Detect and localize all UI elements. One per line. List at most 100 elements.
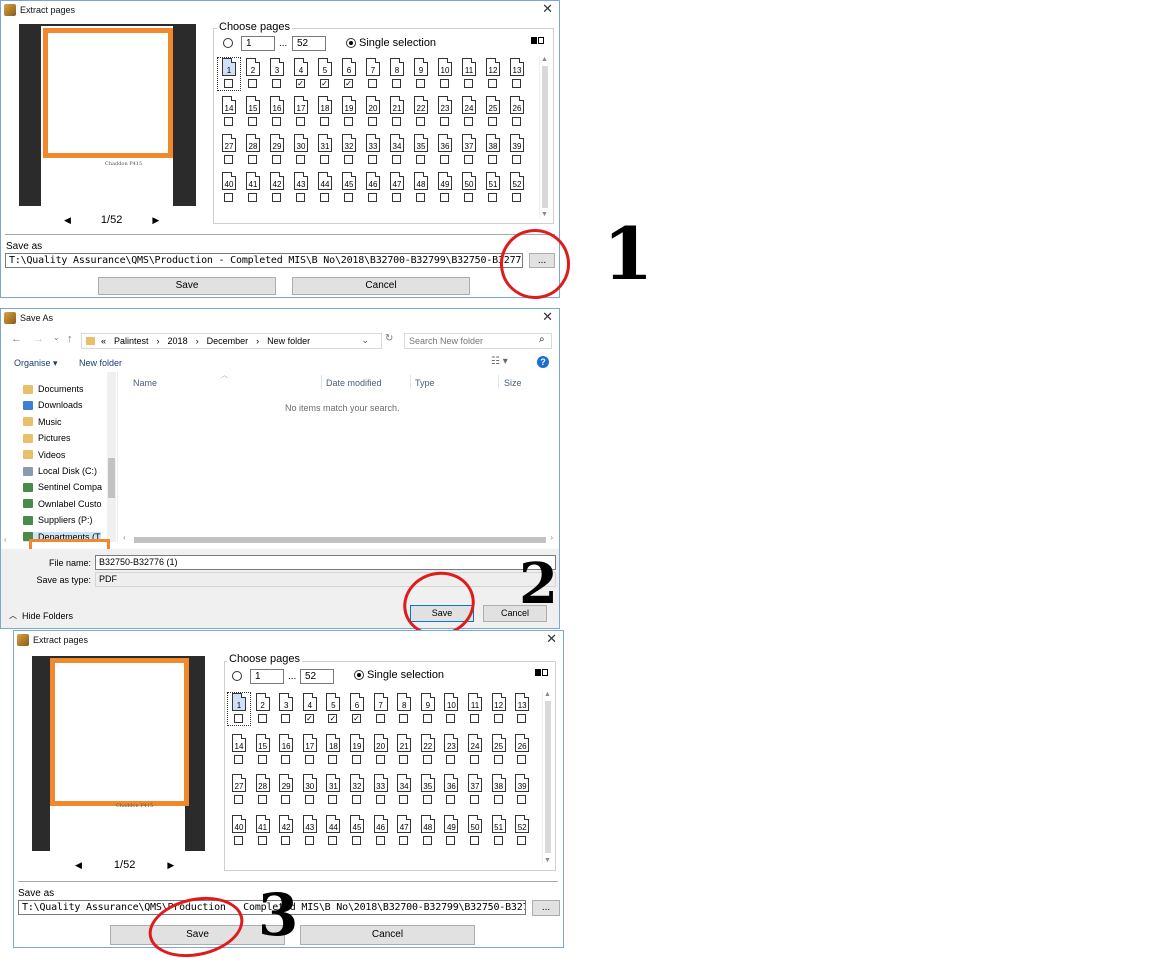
page-checkbox[interactable] xyxy=(352,795,361,804)
page-thumbnail[interactable]: 11 xyxy=(458,58,480,90)
page-thumbnail[interactable]: 17 xyxy=(299,733,321,766)
page-thumbnail[interactable]: 52 xyxy=(511,814,533,847)
page-checkbox[interactable] xyxy=(440,79,449,88)
page-thumbnail[interactable]: 23 xyxy=(440,733,462,766)
page-grid-scrollbar[interactable]: ▲ ▼ xyxy=(542,691,552,864)
page-checkbox[interactable] xyxy=(257,714,267,723)
page-checkbox[interactable] xyxy=(517,795,527,804)
page-checkbox[interactable] xyxy=(352,754,361,764)
page-checkbox[interactable] xyxy=(392,193,401,202)
page-thumbnail[interactable]: 13 xyxy=(511,693,533,725)
page-checkbox[interactable] xyxy=(422,795,432,804)
page-checkbox[interactable] xyxy=(296,193,305,202)
breadcrumb-part[interactable]: › xyxy=(196,336,199,346)
range-radio[interactable] xyxy=(232,671,242,681)
breadcrumb-part[interactable]: New folder xyxy=(267,336,310,346)
page-thumbnail[interactable]: 39 xyxy=(506,134,528,166)
breadcrumb-part[interactable]: › xyxy=(157,336,160,346)
tree-item[interactable]: Pictures xyxy=(23,433,71,443)
recent-dropdown-icon[interactable]: ⌄ xyxy=(53,333,60,342)
file-name-input[interactable]: B32750-B32776 (1) xyxy=(95,555,556,570)
page-checkbox[interactable]: ✓ xyxy=(328,714,338,723)
page-checkbox[interactable] xyxy=(281,714,291,723)
page-thumbnail[interactable]: 6 ✓ xyxy=(338,58,360,90)
page-thumbnail[interactable]: 12 xyxy=(488,693,510,725)
page-thumbnail[interactable]: 8 xyxy=(386,58,408,90)
page-thumbnail[interactable]: 32 xyxy=(346,774,368,806)
page-thumbnail[interactable]: 42 xyxy=(266,172,288,204)
page-checkbox[interactable] xyxy=(464,79,473,88)
page-checkbox[interactable]: ✓ xyxy=(344,79,353,88)
page-checkbox[interactable] xyxy=(272,155,281,164)
page-checkbox[interactable] xyxy=(368,155,377,164)
page-checkbox[interactable] xyxy=(488,117,497,126)
page-thumbnail[interactable]: 34 xyxy=(393,774,415,806)
page-thumbnail[interactable]: 9 xyxy=(410,58,432,90)
page-checkbox[interactable] xyxy=(446,714,456,723)
search-input[interactable]: Search New folder xyxy=(404,333,552,349)
page-thumbnail[interactable]: 15 xyxy=(242,96,264,128)
page-thumbnail[interactable]: 46 xyxy=(362,172,384,204)
page-thumbnail[interactable]: 23 xyxy=(434,96,456,128)
page-checkbox[interactable] xyxy=(257,795,267,804)
prev-page-icon[interactable]: ◀ xyxy=(64,215,71,226)
page-thumbnail[interactable]: 2 xyxy=(242,58,264,90)
page-checkbox[interactable] xyxy=(470,714,479,723)
close-icon[interactable]: ✕ xyxy=(546,632,557,646)
tree-item[interactable]: Sentinel Compa xyxy=(23,482,102,492)
page-checkbox[interactable] xyxy=(368,79,377,88)
range-to-input[interactable]: 52 xyxy=(300,669,334,684)
page-thumbnail[interactable]: 18 xyxy=(322,733,344,766)
help-icon[interactable]: ? xyxy=(537,356,549,368)
tree-item[interactable]: Local Disk (C:) xyxy=(23,466,97,476)
page-checkbox[interactable] xyxy=(464,155,473,164)
save-path-input[interactable]: T:\Quality Assurance\QMS\Production - Co… xyxy=(5,253,523,268)
page-thumbnail[interactable]: 51 xyxy=(482,172,504,204)
page-thumbnail[interactable]: 44 xyxy=(314,172,336,204)
page-checkbox[interactable] xyxy=(446,795,456,804)
page-checkbox[interactable] xyxy=(399,835,409,845)
page-checkbox[interactable] xyxy=(416,79,425,88)
view-toggle-icon[interactable] xyxy=(535,669,548,677)
page-thumbnail[interactable]: 14 xyxy=(218,96,240,128)
range-from-input[interactable]: 1 xyxy=(241,36,275,51)
page-checkbox[interactable] xyxy=(344,193,353,202)
page-checkbox[interactable] xyxy=(493,754,503,764)
page-thumbnail[interactable]: 38 xyxy=(482,134,504,166)
tree-item[interactable]: Videos xyxy=(23,450,65,460)
page-checkbox[interactable] xyxy=(272,117,281,126)
page-checkbox[interactable] xyxy=(368,117,377,126)
page-checkbox[interactable] xyxy=(296,117,305,126)
page-thumbnail[interactable]: 2 xyxy=(252,693,274,725)
page-grid-scrollbar[interactable]: ▲ ▼ xyxy=(539,56,549,218)
save-as-type-select[interactable]: PDF xyxy=(95,572,556,587)
cancel-button[interactable]: Cancel xyxy=(292,277,470,295)
page-thumbnail[interactable]: 25 xyxy=(482,96,504,128)
page-checkbox[interactable]: ✓ xyxy=(304,714,314,723)
page-checkbox[interactable] xyxy=(224,193,233,202)
column-date-modified[interactable]: Date modified xyxy=(326,378,382,388)
page-thumbnail[interactable]: 41 xyxy=(242,172,264,204)
page-thumbnail[interactable]: 48 xyxy=(410,172,432,204)
page-checkbox[interactable] xyxy=(446,754,456,764)
page-thumbnail[interactable]: 52 xyxy=(506,172,528,204)
page-thumbnail[interactable]: 36 xyxy=(434,134,456,166)
up-icon[interactable]: ↑ xyxy=(67,333,73,345)
page-thumbnail[interactable]: 45 xyxy=(346,814,368,847)
page-thumbnail[interactable]: 32 xyxy=(338,134,360,166)
page-thumbnail[interactable]: 50 xyxy=(464,814,486,847)
page-thumbnail[interactable]: 20 xyxy=(370,733,392,766)
tree-item[interactable]: Music xyxy=(23,417,62,427)
page-thumbnail[interactable]: 4 ✓ xyxy=(290,58,312,90)
page-thumbnail[interactable]: 31 xyxy=(322,774,344,806)
page-thumbnail[interactable]: 21 xyxy=(386,96,408,128)
page-thumbnail[interactable]: 27 xyxy=(218,134,240,166)
page-thumbnail[interactable]: 16 xyxy=(275,733,297,766)
breadcrumb-part[interactable]: Palintest xyxy=(114,336,149,346)
page-checkbox[interactable] xyxy=(493,714,503,723)
page-checkbox[interactable] xyxy=(399,795,409,804)
page-thumbnail[interactable]: 19 xyxy=(346,733,368,766)
page-thumbnail[interactable]: 44 xyxy=(322,814,344,847)
forward-icon[interactable]: → xyxy=(33,333,44,345)
organise-menu[interactable]: Organise ▾ xyxy=(14,358,58,369)
